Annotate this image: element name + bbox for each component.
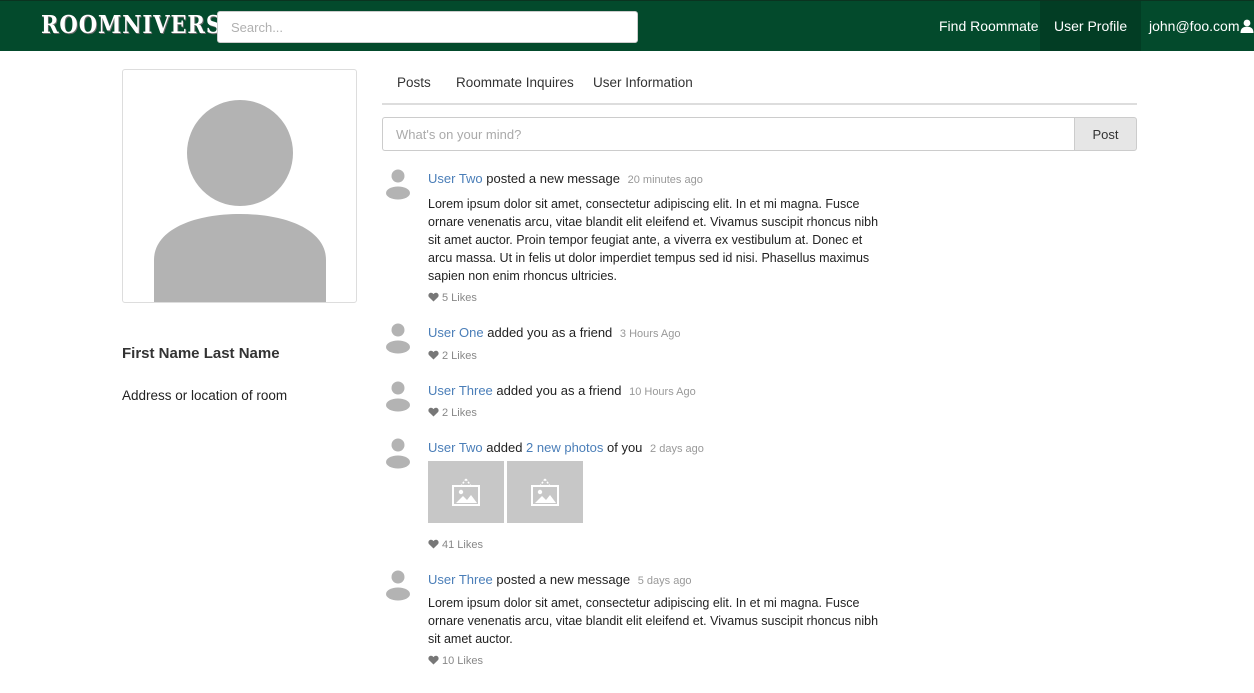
feed-action: added [482,440,527,455]
feed-headline: User Two posted a new message 20 minutes… [428,171,703,186]
image-placeholder-icon [531,478,559,506]
likes-count: 10 Likes [442,655,483,667]
user-icon [1240,19,1254,33]
avatar[interactable] [382,437,414,469]
likes[interactable]: 2 Likes [428,407,477,419]
search-input[interactable] [217,11,638,43]
photo-thumbnail[interactable] [428,461,504,523]
post-button[interactable]: Post [1074,117,1137,151]
photos-link[interactable]: 2 new photos [526,440,603,455]
avatar[interactable] [382,168,414,200]
feed-headline: User Three added you as a friend 10 Hour… [428,383,696,398]
user-link[interactable]: User Two [428,171,483,186]
likes[interactable]: 5 Likes [428,292,477,304]
likes-count: 41 Likes [442,539,483,551]
feed-date: 20 minutes ago [627,174,703,186]
heart-icon [428,292,439,302]
user-link[interactable]: User Three [428,572,493,587]
likes-count: 5 Likes [442,292,477,304]
feed-date: 2 days ago [650,443,704,455]
post-input[interactable] [382,117,1074,151]
likes[interactable]: 10 Likes [428,655,483,667]
feed-headline: User Three posted a new message 5 days a… [428,572,692,587]
feed-headline: User Two added 2 new photos of you 2 day… [428,440,704,455]
profile-tabs: Posts Roommate Inquires User Information [382,67,1137,105]
photo-thumbnail[interactable] [507,461,583,523]
feed-action: added you as a friend [483,325,613,340]
profile-name: First Name Last Name [122,345,280,362]
profile-picture[interactable] [122,69,357,303]
profile-address: Address or location of room [122,388,288,403]
user-link[interactable]: User Two [428,440,483,455]
likes-count: 2 Likes [442,350,477,362]
avatar[interactable] [382,322,414,354]
heart-icon [428,350,439,360]
nav-find-roommate[interactable]: Find Roommate [925,1,1053,51]
image-placeholder-icon [452,478,480,506]
nav-user-profile[interactable]: User Profile [1040,1,1142,51]
tab-user-information[interactable]: User Information [593,75,693,90]
user-link[interactable]: User One [428,325,484,340]
likes[interactable]: 2 Likes [428,350,477,362]
feed-date: 5 days ago [637,575,692,587]
feed-date: 10 Hours Ago [629,386,696,398]
feed-action: posted a new message [492,572,631,587]
heart-icon [428,539,439,549]
feed-headline: User One added you as a friend 3 Hours A… [428,325,680,340]
tab-posts[interactable]: Posts [397,75,431,90]
likes-count: 2 Likes [442,407,477,419]
tab-roommate-inquires[interactable]: Roommate Inquires [456,75,574,90]
nav-account[interactable]: john@foo.com [1135,1,1254,51]
feed-message: Lorem ipsum dolor sit amet, consectetur … [428,197,879,283]
navbar: ROOMNIVERSE Find Roommate User Profile j… [0,0,1254,51]
likes[interactable]: 41 Likes [428,539,483,551]
user-silhouette-icon [154,100,326,302]
brand-logo[interactable]: ROOMNIVERSE [41,10,239,39]
feed-action: posted a new message [482,171,620,186]
feed-action: added you as a friend [492,383,622,398]
user-link[interactable]: User Three [428,383,493,398]
avatar[interactable] [382,569,414,601]
feed-action-suffix: of you [603,440,643,455]
account-email: john@foo.com [1149,18,1240,34]
feed-message: Lorem ipsum dolor sit amet, consectetur … [428,596,879,646]
heart-icon [428,407,439,417]
heart-icon [428,655,439,665]
avatar[interactable] [382,380,414,412]
feed-date: 3 Hours Ago [619,328,681,340]
